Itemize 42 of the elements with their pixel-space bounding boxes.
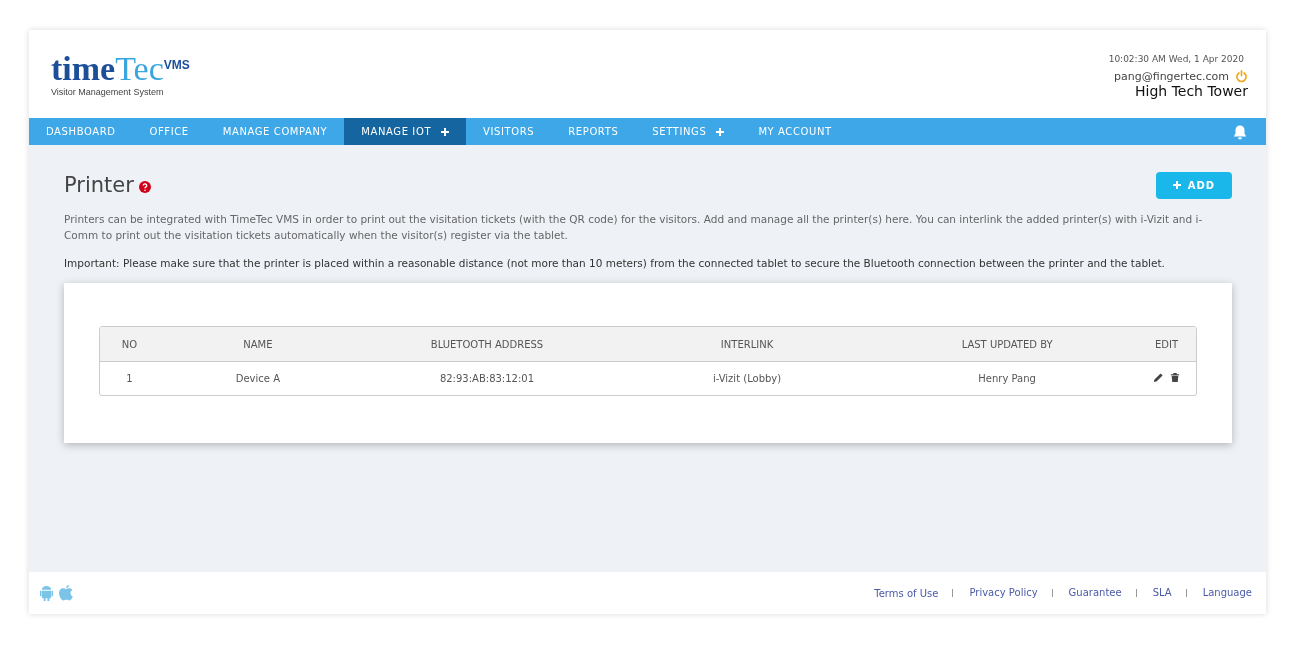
table-cell-text: Device A: [234, 372, 281, 386]
footer-link[interactable]: Guarantee: [1051, 589, 1122, 597]
column-header: NAME: [158, 327, 357, 362]
help-icon[interactable]: [138, 181, 151, 193]
table-cell-text: 82:93:AB:83:12:01: [438, 372, 536, 386]
column-header: NO: [100, 327, 159, 362]
logo: timeTec$^{VMS}$ Visitor Management System: [51, 52, 190, 97]
table-cell-text: 1: [125, 372, 134, 386]
android-icon[interactable]: [39, 584, 54, 602]
plus-icon: [1172, 181, 1181, 189]
user-email: pang@fingertec.com: [1114, 70, 1229, 83]
column-header: EDIT: [1137, 327, 1196, 362]
site-name: High Tech Tower: [1135, 83, 1248, 99]
power-icon[interactable]: [1235, 70, 1248, 83]
plus-icon: [441, 127, 450, 136]
nav-tab[interactable]: REPORTS: [551, 118, 636, 145]
footer-link[interactable]: Privacy Policy: [952, 589, 1038, 597]
page-title: Printer: [64, 173, 134, 197]
nav-tab[interactable]: MY ACCOUNT: [741, 118, 849, 145]
nav-tab[interactable]: VISITORS: [466, 118, 552, 145]
nav-tab[interactable]: DASHBOARD: [29, 118, 133, 145]
table-cell-text: Henry Pang: [977, 372, 1037, 386]
nav-tab[interactable]: MANAGE COMPANY: [205, 118, 345, 145]
nav-tab[interactable]: SETTINGS: [635, 118, 742, 145]
bell-icon[interactable]: [1232, 123, 1248, 140]
description-text: Printers can be integrated with TimeTec VMS in order to print out the visitation tickets (with the QR code) for the visitors. Add and manage all the printer(s) here. You can interlink the added printer(s) with i-Vizit and i-Comm to print out the visitation tickets automatically when the visitor(s) register via the tablet.: [64, 212, 1204, 243]
important-note: Important: Please make sure that the printer is placed within a reasonable distance (not more than 10 meters) from the connected tablet to secure the Bluetooth connection between the printer and the tablet.: [64, 257, 1166, 269]
add-button[interactable]: ADD: [1156, 171, 1232, 199]
date-time: 10:02:30 AM Wed, 1 Apr 2020: [1108, 54, 1244, 64]
column-header: BLUETOOTH ADDRESS: [356, 327, 617, 362]
table-cell-text: i-Vizit (Lobby): [711, 372, 783, 386]
footer-link[interactable]: Language: [1185, 589, 1252, 597]
trash-icon[interactable]: [1170, 372, 1181, 383]
footer-link[interactable]: SLA: [1135, 589, 1172, 597]
plus-icon: [716, 127, 725, 136]
nav-tab[interactable]: MANAGE IOT: [344, 118, 467, 145]
footer-link[interactable]: Terms of Use: [874, 587, 939, 599]
nav-tab[interactable]: OFFICE: [132, 118, 206, 145]
apple-icon[interactable]: [58, 584, 74, 602]
pencil-icon[interactable]: [1153, 372, 1165, 383]
column-header: INTERLINK: [617, 327, 878, 362]
column-header: LAST UPDATED BY: [877, 327, 1138, 362]
